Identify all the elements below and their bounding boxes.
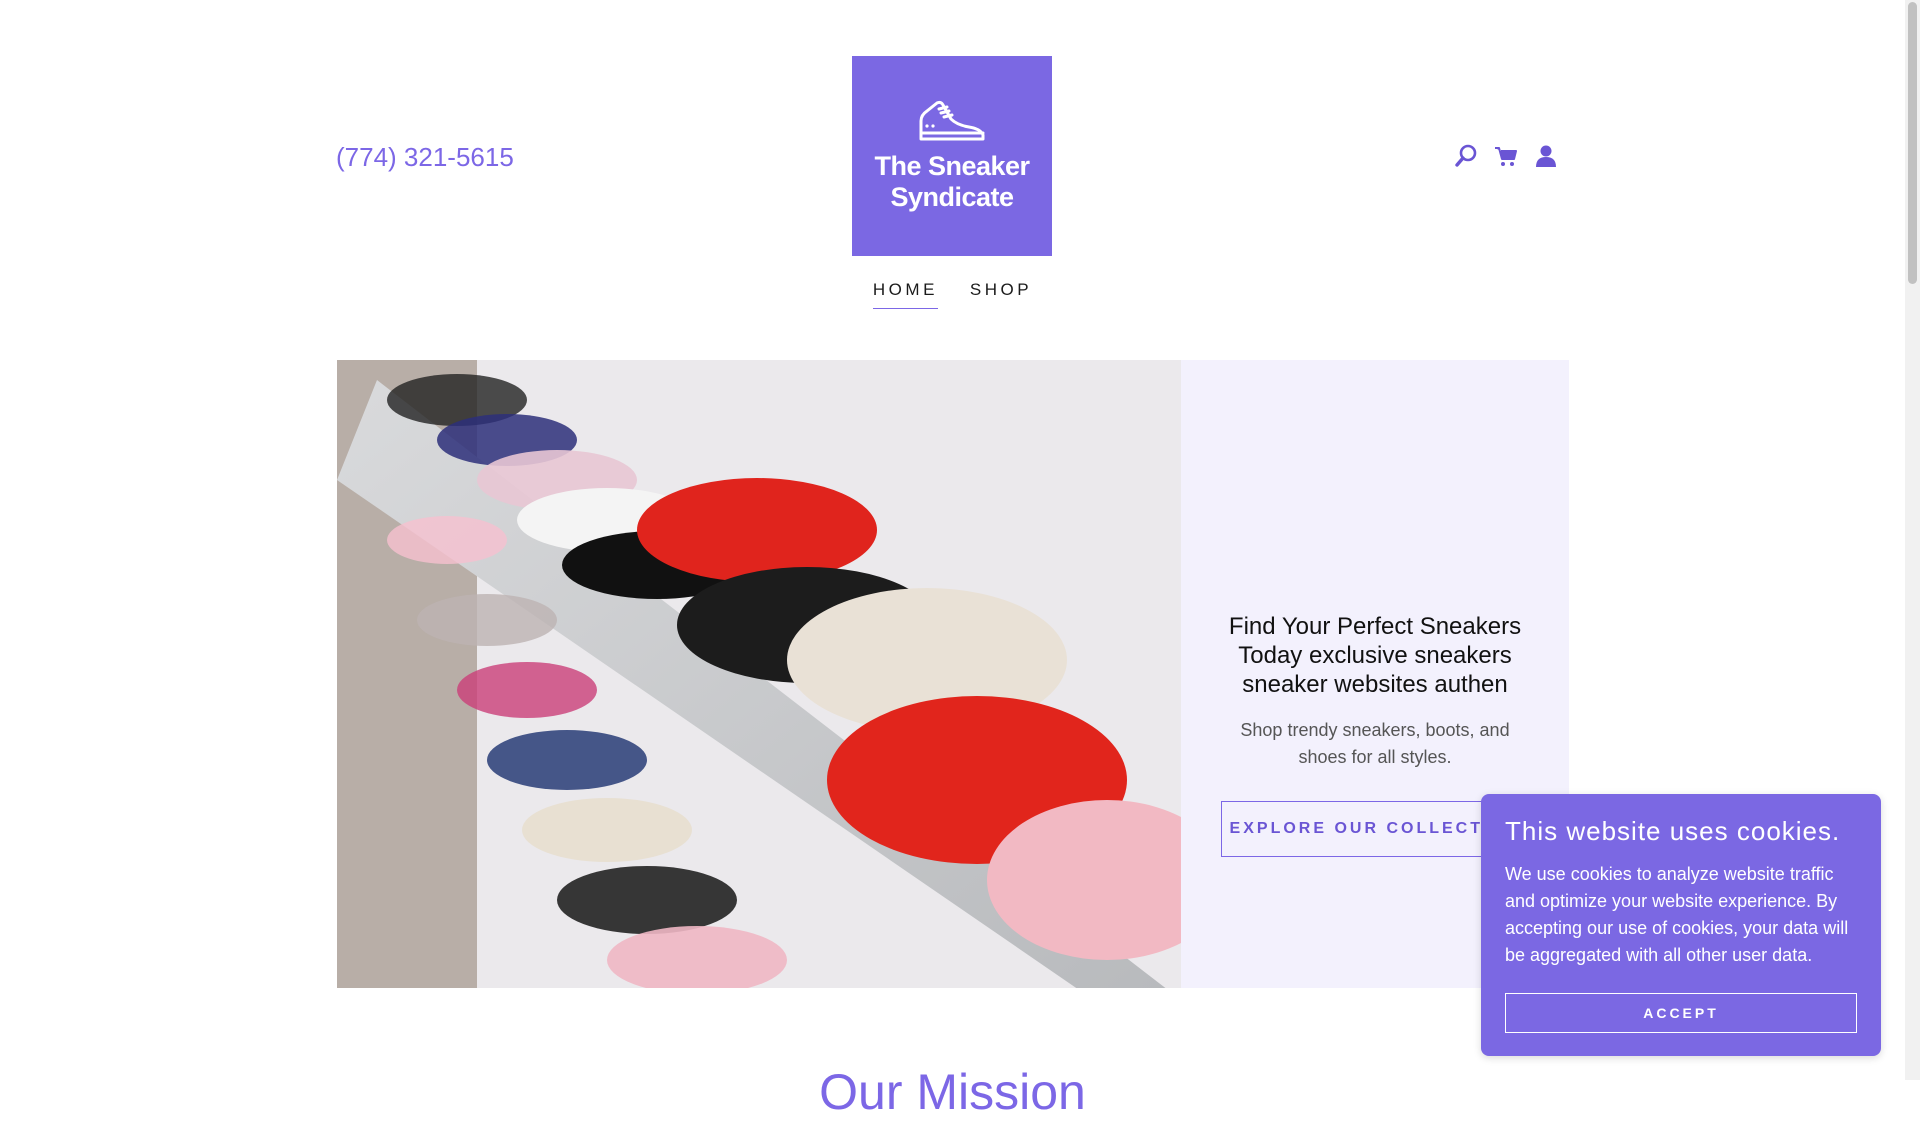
hero-heading: Find Your Perfect Sneakers Today exclusi… [1228,612,1522,698]
cookie-banner: This website uses cookies. We use cookie… [1481,794,1881,1056]
main-nav: HOME SHOP [0,280,1905,309]
header-icons [1453,143,1559,169]
sneaker-icon [919,100,985,141]
search-icon[interactable] [1453,143,1479,169]
hero-subheading: Shop trendy sneakers, boots, and shoes f… [1240,719,1510,767]
sneakers-shelf-illustration [337,360,1181,988]
logo-text: The Sneaker Syndicate [874,151,1030,213]
logo-line-2: Syndicate [890,182,1014,212]
nav-item-shop[interactable]: SHOP [970,280,1032,309]
cookie-body: We use cookies to analyze website traffi… [1505,864,1849,965]
phone-link[interactable]: (774) 321-5615 [336,142,514,173]
page-scrollbar[interactable] [1905,0,1920,1080]
nav-item-home[interactable]: HOME [872,280,938,309]
cart-icon[interactable] [1493,143,1519,169]
account-icon[interactable] [1533,143,1559,169]
next-section-title: Our Mission [819,1064,1086,1120]
hero-image [337,360,1181,988]
accept-cookies-button[interactable]: ACCEPT [1505,993,1857,1033]
scrollbar-thumb[interactable] [1908,2,1917,284]
cookie-title: This website uses cookies. [1505,816,1841,846]
site-logo[interactable]: The Sneaker Syndicate [852,56,1052,256]
hero-section: Find Your Perfect Sneakers Today exclusi… [337,360,1569,988]
logo-line-1: The Sneaker [874,151,1030,181]
